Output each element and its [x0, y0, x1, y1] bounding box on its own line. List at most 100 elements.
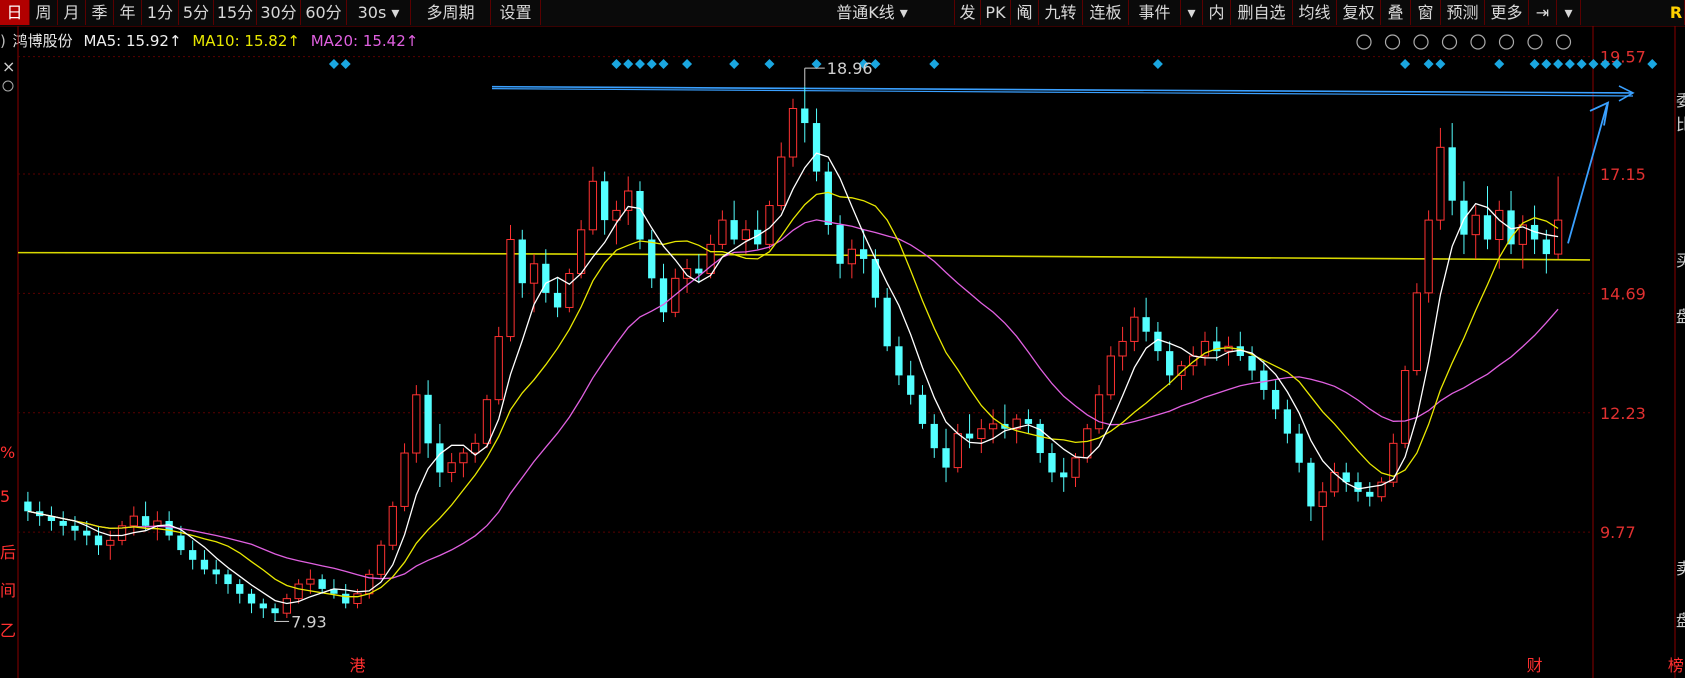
candle-body-down: [812, 123, 821, 172]
candle-body-down: [59, 520, 67, 526]
event-marker-2: 榜: [1668, 656, 1684, 675]
candle-body-up: [847, 248, 857, 265]
multi-period-button[interactable]: 多周期: [411, 0, 491, 25]
eye-icon[interactable]: [1413, 34, 1429, 50]
period-tab-6[interactable]: 5分: [179, 0, 214, 25]
signal-diamond: [1541, 59, 1552, 69]
candle-body-down: [907, 375, 915, 395]
candle-body-up: [129, 515, 138, 527]
period-tab-9[interactable]: 60分: [301, 0, 347, 25]
candle-body-down: [1460, 200, 1468, 235]
tool-button-0[interactable]: 发: [955, 0, 981, 25]
candle-body-down: [942, 448, 950, 468]
period-tab-7[interactable]: 15分: [214, 0, 257, 25]
tool-button-4[interactable]: 连板: [1083, 0, 1129, 25]
candle-body-down: [165, 520, 173, 536]
signal-diamond: [682, 59, 693, 69]
tool2-button-5[interactable]: 窗: [1411, 0, 1441, 25]
signal-diamond: [1423, 59, 1434, 69]
gear-icon[interactable]: [1356, 34, 1372, 50]
period-tab-5[interactable]: 1分: [142, 0, 179, 25]
candle-body-up: [471, 442, 480, 454]
lock-icon[interactable]: [1498, 34, 1515, 50]
candle-body-down: [648, 239, 656, 279]
candle-body-down: [224, 574, 232, 585]
period-tab-8[interactable]: 30分: [257, 0, 301, 25]
candle-body-up: [447, 462, 456, 473]
pen-icon[interactable]: [1384, 34, 1401, 50]
low-annotation: 7.93: [291, 612, 327, 631]
tool2-button-1[interactable]: 删自选: [1231, 0, 1293, 25]
candle-body-down: [71, 525, 79, 531]
tool-button-1[interactable]: PK: [981, 0, 1011, 25]
candle-body-up: [400, 452, 409, 507]
candle-body-up: [1553, 219, 1563, 255]
lock-table-icon[interactable]: [1441, 34, 1458, 50]
tool2-button-4[interactable]: 叠: [1381, 0, 1411, 25]
candle-body-down: [141, 516, 150, 526]
kline-chart[interactable]: 19.5717.1514.6912.239.7718.967.93港财榜委比买盘…: [0, 26, 1685, 678]
panel-dropdown[interactable]: ▾: [1557, 0, 1581, 25]
candle-body-down: [930, 423, 938, 449]
tool2-button-0[interactable]: 内: [1203, 0, 1231, 25]
candle-body-down: [824, 171, 832, 225]
ma20-line: [27, 219, 1559, 580]
candle-body-down: [1366, 491, 1374, 497]
price-label-2: 14.69: [1600, 284, 1646, 303]
tool-button-5[interactable]: 事件: [1129, 0, 1181, 25]
candle-body-down: [730, 220, 738, 240]
period-tab-3[interactable]: 季: [86, 0, 114, 25]
hand-icon[interactable]: [1470, 34, 1486, 50]
candle-body-down: [318, 579, 326, 589]
candle-body-up: [588, 180, 598, 231]
candle-body-down: [636, 190, 644, 240]
tool2-button-7[interactable]: 更多: [1485, 0, 1529, 25]
period-tab-1[interactable]: 周: [30, 0, 58, 25]
candle-body-up: [1495, 209, 1504, 241]
candle-body-up: [1318, 491, 1327, 507]
candle-body-down: [1024, 419, 1033, 424]
price-label-3: 12.23: [1600, 404, 1646, 423]
collapse-panel-button[interactable]: ⇥: [1529, 0, 1557, 25]
candle-body-down: [177, 535, 185, 551]
tool2-button-3[interactable]: 复权: [1337, 0, 1381, 25]
kline-type-select[interactable]: 普通K线 ▾: [790, 0, 955, 25]
candle-body-up: [977, 428, 986, 439]
candle-body-down: [801, 108, 809, 124]
candle-body-up: [294, 583, 303, 600]
signal-diamond: [328, 59, 339, 69]
mini-settings-icon[interactable]: [2, 80, 14, 92]
zoom-in-icon[interactable]: [1527, 34, 1543, 50]
settings-button[interactable]: 设置: [491, 0, 541, 25]
candle-body-up: [353, 593, 362, 604]
tool-button-2[interactable]: 阄: [1011, 0, 1039, 25]
period-tab-4[interactable]: 年: [114, 0, 142, 25]
tool-button-3[interactable]: 九转: [1039, 0, 1083, 25]
left-side-label-3: 间: [0, 581, 16, 600]
period-toolbar: 日周月季年 1分 5分 15分 30分 60分 30s ▾ 多周期 设置 普通K线 ▾ 发 PK 阄九转…: [0, 0, 1685, 27]
candle-body-down: [1142, 317, 1150, 332]
candle-body-down: [695, 268, 703, 274]
period-tab-0[interactable]: 日: [0, 0, 30, 25]
candle-body-down: [1060, 472, 1068, 478]
candle-body-up: [576, 229, 586, 274]
signal-diamond: [929, 59, 940, 69]
candle-body-up: [741, 229, 751, 241]
close-icon[interactable]: ×: [2, 57, 15, 76]
signal-diamond: [1494, 59, 1505, 69]
signal-diamond: [1435, 59, 1446, 69]
zoom-out-icon[interactable]: [1555, 34, 1572, 50]
signal-diamond: [623, 59, 634, 69]
tools-more-dropdown[interactable]: ▾: [1181, 0, 1203, 25]
tool2-button-6[interactable]: 预测: [1441, 0, 1485, 25]
candle-body-up: [459, 452, 468, 464]
signal-diamond: [1647, 59, 1658, 69]
candle-body-down: [83, 530, 91, 536]
period-tab-2[interactable]: 月: [58, 0, 86, 25]
event-marker-0: 港: [349, 656, 365, 675]
candle-body-down: [895, 346, 903, 376]
period-30s-dropdown[interactable]: 30s ▾: [347, 0, 411, 25]
candle-body-up: [306, 578, 315, 585]
tool2-button-2[interactable]: 均线: [1293, 0, 1337, 25]
candle-body-down: [518, 239, 526, 284]
